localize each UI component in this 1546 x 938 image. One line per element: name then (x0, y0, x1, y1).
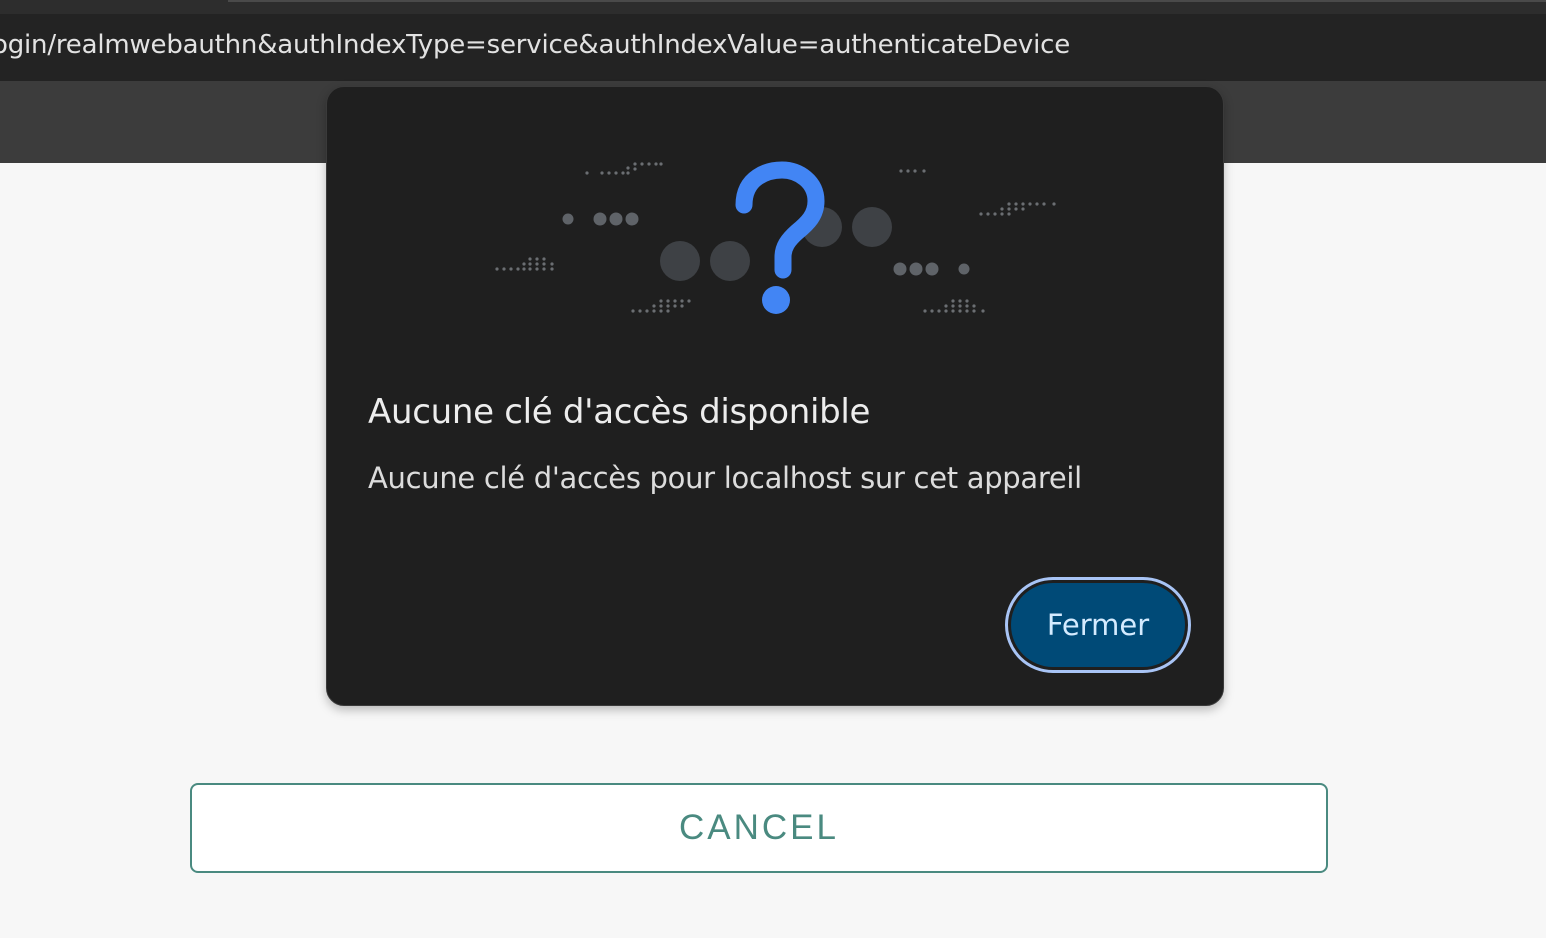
screen: ogin/realmwebauthn&authIndexType=service… (0, 0, 1546, 938)
cancel-button[interactable]: CANCEL (190, 783, 1328, 873)
dialog-title: Aucune clé d'accès disponible (368, 392, 871, 432)
dot-trail-top-left (585, 162, 663, 175)
dot-trail-right (979, 202, 1056, 216)
small-dots (562, 212, 970, 276)
tab-edge (228, 0, 1546, 2)
browser-tab-strip (0, 0, 1546, 14)
dialog-message: Aucune clé d'accès pour localhost sur ce… (368, 461, 1082, 495)
dot-trail-bottom-left (631, 299, 691, 313)
dot-trail-top-right (899, 169, 926, 173)
close-button-label[interactable]: Fermer (1011, 583, 1185, 667)
passkey-dialog: Aucune clé d'accès disponible Aucune clé… (326, 86, 1224, 706)
dot-trail-left (495, 257, 554, 271)
no-passkey-illustration (495, 161, 1056, 314)
close-button[interactable]: Fermer (1005, 577, 1191, 673)
url-text[interactable]: ogin/realmwebauthn&authIndexType=service… (0, 30, 1070, 60)
dot-trail-bottom-right (923, 299, 985, 313)
address-bar[interactable]: ogin/realmwebauthn&authIndexType=service… (0, 14, 1546, 81)
question-mark-icon (735, 161, 825, 314)
